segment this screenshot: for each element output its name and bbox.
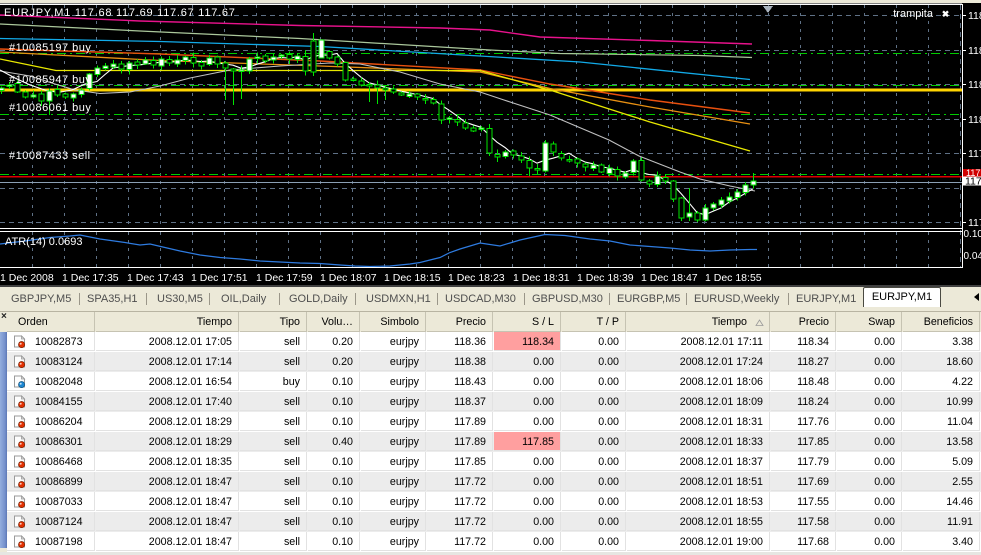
svg-text:#10085947 buy: #10085947 buy <box>9 74 91 86</box>
svg-text:0.10: 0.10 <box>964 229 981 240</box>
svg-text:1 Dec 18:55: 1 Dec 18:55 <box>705 272 762 284</box>
svg-text:1 Dec 18:39: 1 Dec 18:39 <box>577 272 634 284</box>
svg-text:1 Dec 18:15: 1 Dec 18:15 <box>384 272 441 284</box>
svg-text:1 Dec 17:35: 1 Dec 17:35 <box>62 272 119 284</box>
svg-text:1 Dec 18:07: 1 Dec 18:07 <box>320 272 377 284</box>
svg-text:#10085197 buy: #10085197 buy <box>9 42 91 54</box>
svg-text:117.6: 117.6 <box>965 176 981 188</box>
svg-text:118.15: 118.15 <box>968 114 981 126</box>
svg-text:1 Dec 18:47: 1 Dec 18:47 <box>641 272 698 284</box>
svg-text:ATR(14) 0.0693: ATR(14) 0.0693 <box>5 236 82 248</box>
svg-text:117.95: 117.95 <box>968 148 981 160</box>
svg-text:1 Dec 18:31: 1 Dec 18:31 <box>513 272 570 284</box>
svg-text:117.65: 117.65 <box>968 217 981 229</box>
svg-text:1 Dec 2008: 1 Dec 2008 <box>0 272 54 284</box>
svg-text:✖: ✖ <box>940 9 950 19</box>
svg-text:#10086061 buy: #10086061 buy <box>9 102 91 114</box>
svg-text:EURJPY,M1 117.68 117.69 117.6: EURJPY,M1 117.68 117.69 117.67 117.67 <box>4 7 236 19</box>
svg-text:1 Dec 18:23: 1 Dec 18:23 <box>448 272 505 284</box>
svg-text:1 Dec 17:59: 1 Dec 17:59 <box>256 272 313 284</box>
svg-text:1 Dec 17:51: 1 Dec 17:51 <box>191 272 248 284</box>
svg-text:118.60: 118.60 <box>968 10 981 22</box>
svg-text:118.45: 118.45 <box>968 45 981 57</box>
svg-text:#10087433 sell: #10087433 sell <box>9 150 91 162</box>
svg-text:0.04: 0.04 <box>964 251 981 262</box>
svg-text:118.30: 118.30 <box>968 79 981 91</box>
svg-text:trampita: trampita <box>893 8 934 20</box>
svg-text:1 Dec 17:43: 1 Dec 17:43 <box>127 272 184 284</box>
